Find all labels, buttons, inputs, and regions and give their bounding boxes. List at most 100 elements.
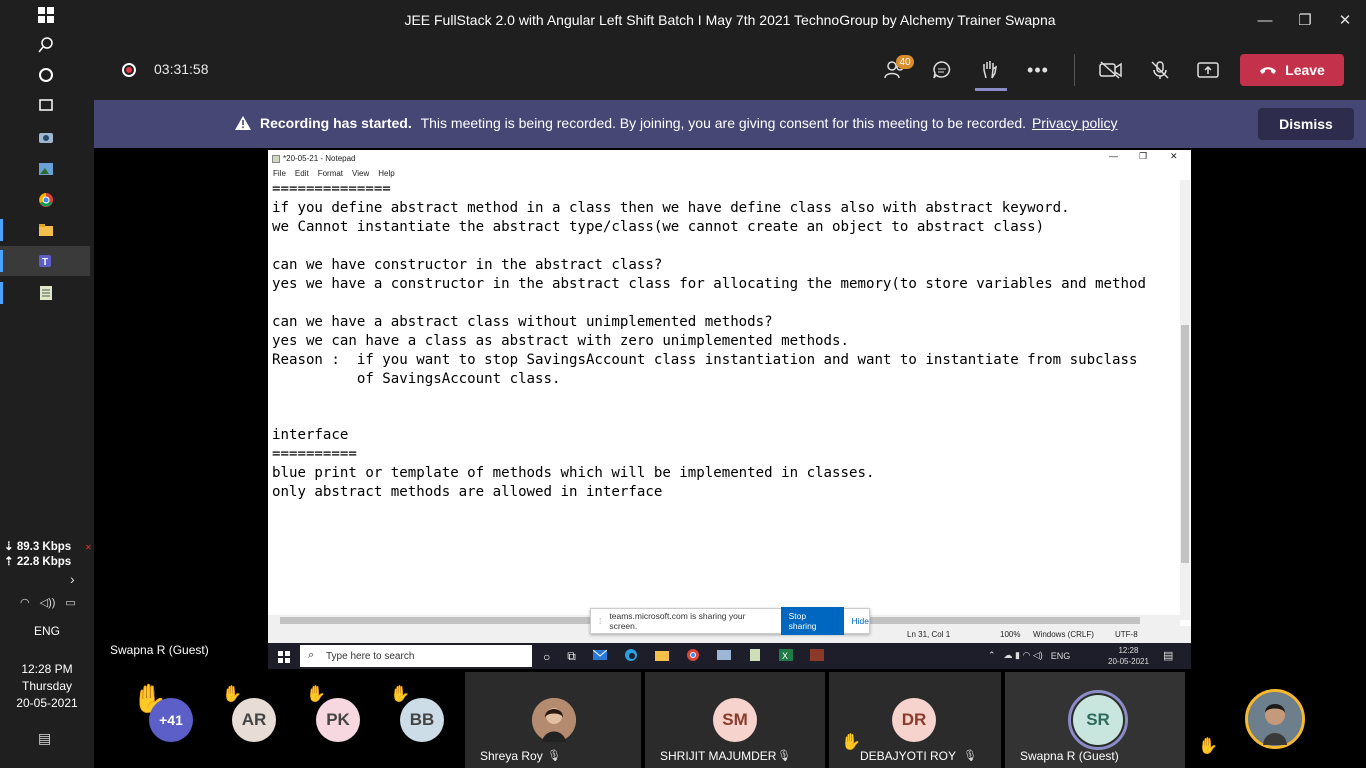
share-tray-button[interactable] <box>1194 58 1222 82</box>
minimize-button[interactable]: — <box>1245 0 1285 40</box>
presenter-label: Swapna R (Guest) <box>110 643 209 657</box>
overflow-participants[interactable]: +41 <box>149 698 193 742</box>
chrome-icon[interactable] <box>30 189 62 211</box>
network-speed: ⇣ 89.3 Kbps ⇡ 22.8 Kbps <box>4 540 71 570</box>
notepad-menubar: File Edit Format View Help <box>268 167 1191 180</box>
menu-view[interactable]: View <box>352 169 369 178</box>
notepad-text-area[interactable]: ============== if you define abstract me… <box>272 180 1177 620</box>
remote-taskbar: ⌕ Type here to search ○ ⧉ X ⌃ ☁ ▮ ◠ ◁) E… <box>268 643 1191 669</box>
raised-hand-icon: ✋ <box>306 686 326 703</box>
avatar-pk[interactable]: PK <box>316 698 360 742</box>
remote-search-box[interactable]: ⌕ Type here to search <box>300 645 532 667</box>
clock-date: 20-05-2021 <box>16 696 78 710</box>
search-icon[interactable] <box>30 34 62 56</box>
mic-off-button[interactable] <box>1146 58 1174 82</box>
window-titlebar: JEE FullStack 2.0 with Angular Left Shif… <box>94 0 1366 40</box>
privacy-policy-link[interactable]: Privacy policy <box>1032 115 1118 131</box>
banner-text: This meeting is being recorded. By joini… <box>420 115 1027 131</box>
avatar-bb[interactable]: BB <box>400 698 444 742</box>
camera-off-button[interactable] <box>1097 58 1125 82</box>
hide-button[interactable]: Hide <box>852 616 869 626</box>
raise-hand-button[interactable] <box>976 58 1004 82</box>
participant-gallery: ✋ +41 ✋ AR ✋ PK ✋ BB Shreya Roy 🎙 SM SHR… <box>94 672 1366 768</box>
menu-help[interactable]: Help <box>378 169 394 178</box>
warning-icon <box>234 115 252 134</box>
notepad-icon[interactable] <box>30 282 62 304</box>
remote-cortana-icon[interactable]: ○ <box>543 650 550 664</box>
sharing-notification: ⁞ teams.microsoft.com is sharing your sc… <box>590 607 870 635</box>
raised-hand-icon: ✋ <box>841 734 861 751</box>
drag-handle-icon[interactable]: ⁞ <box>599 616 601 626</box>
stop-sharing-button[interactable]: Stop sharing <box>780 607 844 635</box>
clock-day: Thursday <box>21 679 73 693</box>
svg-text:X: X <box>782 651 788 661</box>
participant-tile[interactable]: Shreya Roy 🎙 <box>465 672 641 768</box>
participant-name: Swapna R (Guest) <box>1020 749 1119 763</box>
notepad-close-icon[interactable]: ✕ <box>1170 151 1178 162</box>
avatar-dr: DR <box>892 698 936 742</box>
menu-edit[interactable]: Edit <box>295 169 309 178</box>
remote-notification-icon[interactable]: ▤ <box>1163 649 1173 662</box>
leave-button[interactable]: Leave <box>1240 54 1344 86</box>
close-widget-icon[interactable]: ✕ <box>85 543 93 552</box>
participant-name: SHRIJIT MAJUMDER <box>660 749 777 763</box>
file-explorer-icon[interactable] <box>30 219 62 241</box>
remote-tray-chevron-icon[interactable]: ⌃ <box>988 650 996 661</box>
avatar-ar[interactable]: AR <box>232 698 276 742</box>
chat-button[interactable] <box>928 58 956 82</box>
cortana-icon[interactable] <box>30 64 62 86</box>
menu-file[interactable]: File <box>273 169 286 178</box>
notepad-minimize-icon[interactable]: — <box>1109 151 1118 161</box>
remote-explorer-icon[interactable] <box>654 649 669 664</box>
photos-app-icon[interactable] <box>30 158 62 180</box>
local-taskbar: T ⇣ 89.3 Kbps ⇡ 22.8 Kbps ✕ › ◠ ◁)) ▭ EN… <box>0 0 94 768</box>
close-button[interactable]: ✕ <box>1325 0 1365 40</box>
participant-tile[interactable]: SM SHRIJIT MAJUMDER 🎙 <box>645 672 825 768</box>
remote-taskview-icon[interactable]: ⧉ <box>567 649 576 664</box>
menu-format[interactable]: Format <box>318 169 343 178</box>
remote-start-icon[interactable] <box>278 650 290 668</box>
recording-icon <box>122 63 136 77</box>
self-video-avatar[interactable] <box>1245 689 1305 749</box>
notepad-maximize-icon[interactable]: ❐ <box>1139 151 1147 162</box>
windows-start-icon[interactable] <box>30 4 62 26</box>
participant-tile[interactable]: SR Swapna R (Guest) <box>1005 672 1185 768</box>
line-ending: Windows (CRLF) <box>1033 630 1094 639</box>
teams-icon[interactable]: T <box>30 250 62 272</box>
camera-app-icon[interactable] <box>30 126 62 148</box>
remote-clock[interactable]: 12:28 20-05-2021 <box>1108 645 1149 667</box>
remote-mail-icon[interactable] <box>592 649 608 664</box>
raised-hand-icon: ✋ <box>390 686 410 703</box>
remote-edge-icon[interactable] <box>624 648 638 665</box>
avatar-photo <box>532 698 576 742</box>
remote-search-icon: ⌕ <box>308 649 315 661</box>
remote-excel-icon[interactable]: X <box>778 648 793 665</box>
participant-tile[interactable]: DR ✋ DEBAJYOTI ROY 🎙 <box>829 672 1001 768</box>
remote-app-icon[interactable] <box>716 649 731 664</box>
maximize-button[interactable]: ❐ <box>1285 0 1325 40</box>
wifi-icon[interactable]: ◠ <box>20 596 30 609</box>
remote-language[interactable]: ENG <box>1051 651 1071 661</box>
battery-icon[interactable]: ▭ <box>65 596 75 609</box>
download-speed: ⇣ 89.3 Kbps <box>4 541 72 553</box>
remote-time: 12:28 <box>1118 646 1139 655</box>
remote-other-app-icon[interactable] <box>809 648 824 665</box>
raised-hand-icon: ✋ <box>1198 738 1218 755</box>
task-view-icon[interactable] <box>30 94 62 116</box>
notification-icon[interactable]: ▤ <box>38 730 51 747</box>
raise-hand-active-indicator <box>975 88 1007 91</box>
sharing-text: teams.microsoft.com is sharing your scre… <box>609 611 746 631</box>
remote-tray-icons[interactable]: ☁ ▮ ◠ ◁) <box>1004 650 1043 661</box>
remote-chrome-icon[interactable] <box>686 648 700 665</box>
language-indicator[interactable]: ENG <box>0 624 94 638</box>
remote-search-placeholder: Type here to search <box>326 650 415 662</box>
remote-notepad-icon[interactable] <box>748 648 762 665</box>
volume-icon[interactable]: ◁)) <box>40 596 56 609</box>
more-actions-button[interactable]: ••• <box>1024 58 1052 82</box>
system-clock[interactable]: 12:28 PM Thursday 20-05-2021 <box>0 661 94 712</box>
mic-muted-icon: 🎙 <box>963 750 977 762</box>
vertical-scroll-thumb[interactable] <box>1181 325 1189 563</box>
chevron-right-icon[interactable]: › <box>70 571 75 587</box>
dismiss-button[interactable]: Dismiss <box>1258 108 1354 140</box>
recording-banner: Recording has started. This meeting is b… <box>94 100 1366 148</box>
